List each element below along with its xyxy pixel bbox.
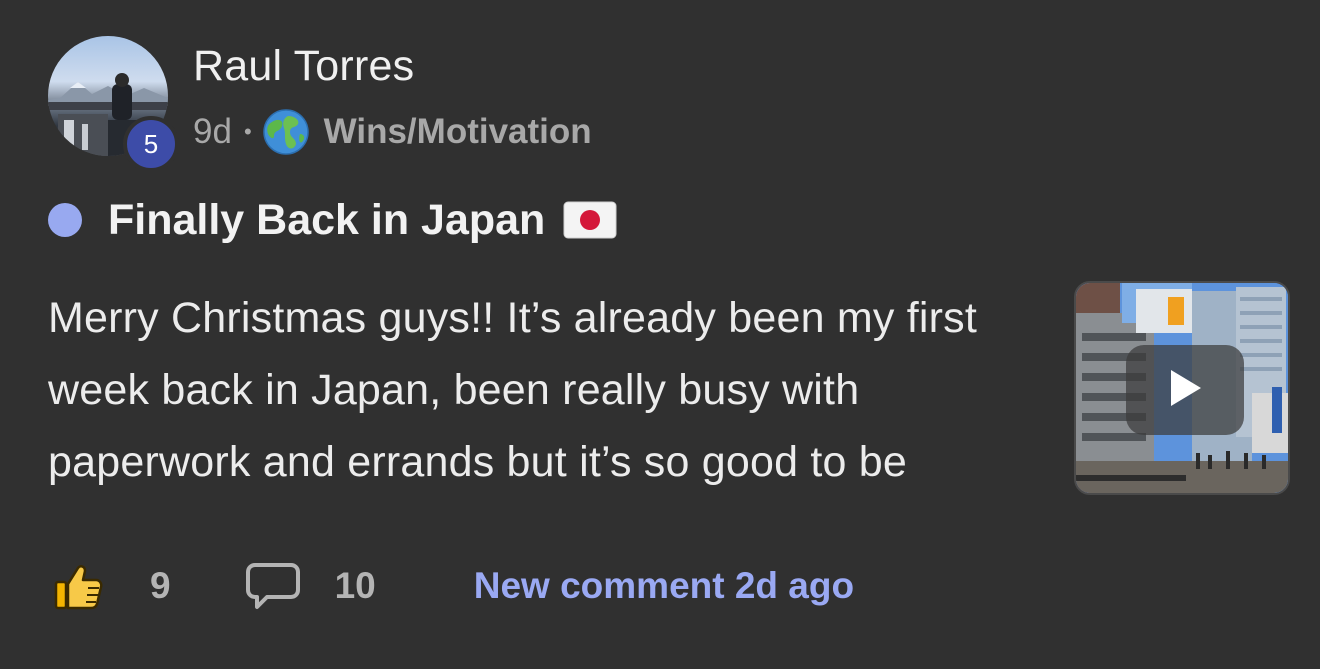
meta-separator: •: [243, 119, 252, 144]
like-count: 9: [150, 565, 171, 606]
comment-button[interactable]: 10: [245, 561, 376, 611]
play-button[interactable]: [1126, 345, 1244, 435]
post-title[interactable]: Finally Back in Japan: [108, 196, 545, 245]
post-age: 9d: [193, 112, 232, 151]
globe-icon: [262, 108, 310, 156]
comment-bubble-icon: [245, 561, 301, 611]
author-name[interactable]: Raul Torres: [193, 42, 414, 91]
play-icon: [1167, 368, 1203, 413]
post-meta: 9d • Wins/Motivation: [193, 108, 592, 156]
video-thumbnail[interactable]: [1074, 281, 1290, 495]
post-title-row[interactable]: Finally Back in Japan: [48, 190, 617, 250]
post-card[interactable]: 5 Raul Torres 9d • Wins/Motivation Final…: [0, 0, 1320, 669]
unread-indicator: [48, 203, 82, 237]
level-badge: 5: [123, 116, 179, 172]
japan-flag-icon: [563, 201, 617, 239]
new-comment-link[interactable]: New comment 2d ago: [474, 565, 854, 607]
comment-count: 10: [334, 565, 376, 606]
post-body[interactable]: Merry Christmas guys!! It’s already been…: [48, 282, 1058, 498]
post-actions: 9 10 New comment 2d ago: [52, 558, 854, 614]
category-link[interactable]: Wins/Motivation: [324, 112, 592, 152]
author-avatar-wrap[interactable]: 5: [48, 36, 179, 172]
thumbs-up-icon: [52, 560, 104, 612]
like-button[interactable]: 9: [52, 560, 171, 612]
